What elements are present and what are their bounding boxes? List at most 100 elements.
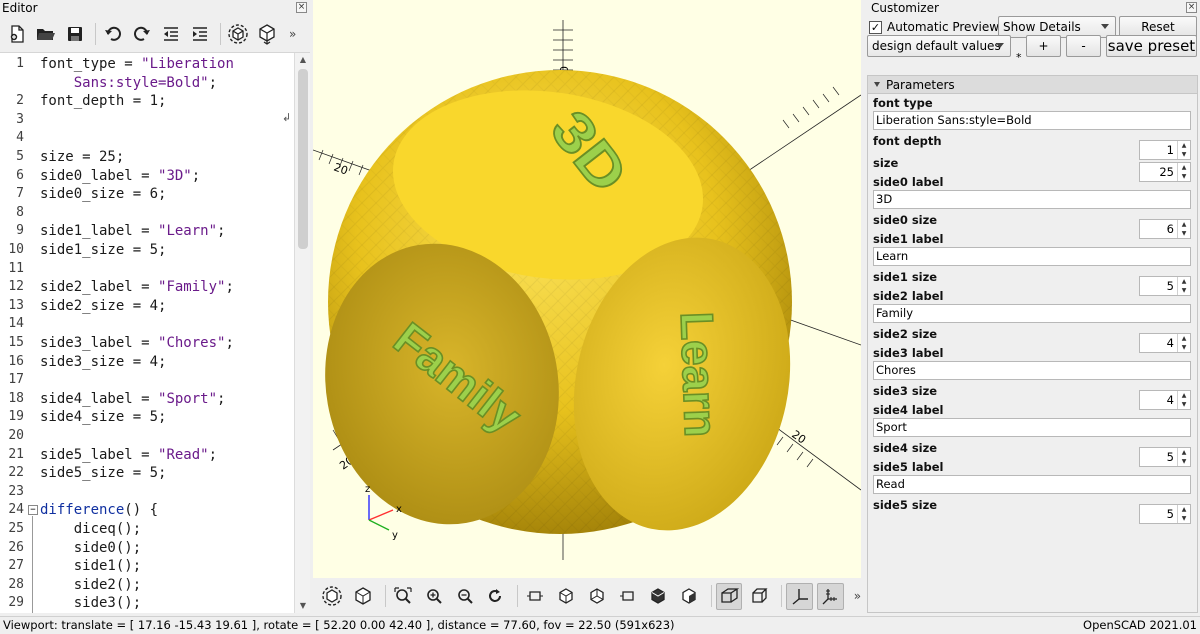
view-top-button[interactable] xyxy=(553,583,580,610)
spin-arrows-icon[interactable]: ▲ ▼ xyxy=(1177,220,1190,238)
code-line[interactable]: 12 side2_label = "Family"; xyxy=(0,278,294,297)
param-spinbox[interactable]: 5 ▲ ▼ xyxy=(1139,504,1191,524)
spin-arrows-icon[interactable]: ▲ ▼ xyxy=(1177,334,1190,352)
orthogonal-button[interactable] xyxy=(746,583,773,610)
param-text-input[interactable]: Family xyxy=(873,304,1191,323)
render-button[interactable] xyxy=(254,21,280,47)
param-text-input[interactable]: Sport xyxy=(873,418,1191,437)
code-line[interactable]: 26 side0(); xyxy=(0,539,294,558)
code-line[interactable]: 15 side3_label = "Chores"; xyxy=(0,334,294,353)
code-line[interactable]: 24− difference() { xyxy=(0,501,294,520)
view-left-button[interactable] xyxy=(614,583,641,610)
code-line[interactable]: 20 xyxy=(0,427,294,446)
open-file-button[interactable] xyxy=(33,21,59,47)
indent-button[interactable] xyxy=(187,21,213,47)
param-spinbox[interactable]: 4 ▲ ▼ xyxy=(1139,333,1191,353)
spin-arrows-icon[interactable]: ▲ ▼ xyxy=(1177,505,1190,523)
scrollbar-thumb[interactable] xyxy=(298,69,308,249)
editor-vertical-scrollbar[interactable]: ▲ ▼ xyxy=(294,53,310,613)
view-right-button[interactable] xyxy=(522,583,549,610)
perspective-button[interactable] xyxy=(715,582,743,610)
reset-view-button[interactable] xyxy=(482,583,509,610)
code-line[interactable]: 14 xyxy=(0,315,294,334)
view-bottom-button[interactable] xyxy=(583,583,610,610)
new-file-button[interactable] xyxy=(4,21,30,47)
code-line[interactable]: 11 xyxy=(0,260,294,279)
fold-toggle-icon[interactable]: − xyxy=(28,505,38,516)
save-file-button[interactable] xyxy=(62,21,88,47)
save-preset-button[interactable]: save preset xyxy=(1106,35,1197,57)
code-line[interactable]: 16 side3_size = 4; xyxy=(0,353,294,372)
scroll-up-icon[interactable]: ▲ xyxy=(295,53,310,67)
param-text-input[interactable]: Liberation Sans:style=Bold xyxy=(873,111,1191,130)
view-back-button[interactable] xyxy=(676,583,703,610)
reset-view-icon xyxy=(489,589,502,602)
code-line[interactable]: 3 xyxy=(0,111,294,130)
unindent-button[interactable] xyxy=(158,21,184,47)
preset-dropdown[interactable]: design default values xyxy=(867,35,1011,57)
spin-arrows-icon[interactable]: ▲ ▼ xyxy=(1177,391,1190,409)
render-view-button[interactable] xyxy=(350,583,377,610)
view-front-button[interactable] xyxy=(645,583,672,610)
preview-view-button[interactable] xyxy=(319,583,346,610)
dice-model[interactable]: 3D Family Learn xyxy=(313,70,816,551)
zoom-out-button[interactable] xyxy=(451,583,478,610)
code-line[interactable]: Sans:style=Bold"; xyxy=(0,74,294,93)
param-spinbox[interactable]: 6 ▲ ▼ xyxy=(1139,219,1191,239)
redo-button[interactable] xyxy=(129,21,155,47)
code-line[interactable]: 13 side2_size = 4; xyxy=(0,297,294,316)
code-line[interactable]: 8 xyxy=(0,204,294,223)
code-line[interactable]: 23 xyxy=(0,483,294,502)
show-axes-button[interactable] xyxy=(786,582,813,610)
param-text-input[interactable]: Read xyxy=(873,475,1191,494)
code-line[interactable]: 21 side5_label = "Read"; xyxy=(0,446,294,465)
param-text-input[interactable]: 3D xyxy=(873,190,1191,209)
view-all-button[interactable] xyxy=(390,583,417,610)
code-line[interactable]: 4 xyxy=(0,129,294,148)
code-line[interactable]: 2 font_depth = 1; xyxy=(0,92,294,111)
preview-button[interactable] xyxy=(225,21,251,47)
code-line[interactable]: 22 side5_size = 5; xyxy=(0,464,294,483)
code-line[interactable]: 28 side2(); xyxy=(0,576,294,595)
param-spinbox[interactable]: 5 ▲ ▼ xyxy=(1139,447,1191,467)
code-token: side5_label = xyxy=(40,446,159,463)
code-line[interactable]: 1 font_type = "Liberation xyxy=(0,55,294,74)
param-spinbox[interactable]: 25 ▲ ▼ xyxy=(1139,162,1191,182)
code-editor[interactable]: 1 font_type = "Liberation Sans:style=Bold… xyxy=(0,52,310,613)
param-spinbox[interactable]: 5 ▲ ▼ xyxy=(1139,276,1191,296)
code-line[interactable]: 5 size = 25; xyxy=(0,148,294,167)
3d-viewport[interactable]: 20 20 20 20 3D Family Learn z x y xyxy=(313,0,861,578)
param-spinbox[interactable]: 1 ▲ ▼ xyxy=(1139,140,1191,160)
param-spinbox[interactable]: 4 ▲ ▼ xyxy=(1139,390,1191,410)
code-line[interactable]: 18 side4_label = "Sport"; xyxy=(0,390,294,409)
add-preset-button[interactable]: + xyxy=(1026,35,1061,57)
3d-scene[interactable]: 20 20 20 20 3D Family Learn z x y xyxy=(313,0,861,578)
customizer-close-icon[interactable]: × xyxy=(1186,2,1197,13)
undo-button[interactable] xyxy=(100,21,126,47)
code-line[interactable]: 25 diceq(); xyxy=(0,520,294,539)
code-line[interactable]: 9 side1_label = "Learn"; xyxy=(0,222,294,241)
code-line[interactable]: 17 xyxy=(0,371,294,390)
toolbar-overflow-icon[interactable]: » xyxy=(854,589,861,603)
code-line[interactable]: 10 side1_size = 5; xyxy=(0,241,294,260)
param-text-input[interactable]: Chores xyxy=(873,361,1191,380)
code-line[interactable]: 7 side0_size = 6; xyxy=(0,185,294,204)
param-text-input[interactable]: Learn xyxy=(873,247,1191,266)
scroll-down-icon[interactable]: ▼ xyxy=(295,599,310,613)
editor-close-icon[interactable]: × xyxy=(296,2,307,13)
unindent-icon xyxy=(164,27,178,41)
spin-arrows-icon[interactable]: ▲ ▼ xyxy=(1177,141,1190,159)
automatic-preview-checkbox[interactable]: ✓ xyxy=(869,20,882,34)
code-line[interactable]: 6 side0_label = "3D"; xyxy=(0,167,294,186)
spin-arrows-icon[interactable]: ▲ ▼ xyxy=(1177,448,1190,466)
code-line[interactable]: 27 side1(); xyxy=(0,557,294,576)
toolbar-overflow-icon[interactable]: » xyxy=(289,27,296,41)
show-scale-markers-button[interactable] xyxy=(816,582,844,610)
zoom-in-button[interactable] xyxy=(420,583,447,610)
code-line[interactable]: 19 side4_size = 5; xyxy=(0,408,294,427)
spin-arrows-icon[interactable]: ▲ ▼ xyxy=(1177,163,1190,181)
code-line[interactable]: 29 side3(); xyxy=(0,594,294,613)
spin-arrows-icon[interactable]: ▲ ▼ xyxy=(1177,277,1190,295)
parameters-header[interactable]: Parameters xyxy=(868,76,1197,94)
remove-preset-button[interactable]: - xyxy=(1066,35,1101,57)
